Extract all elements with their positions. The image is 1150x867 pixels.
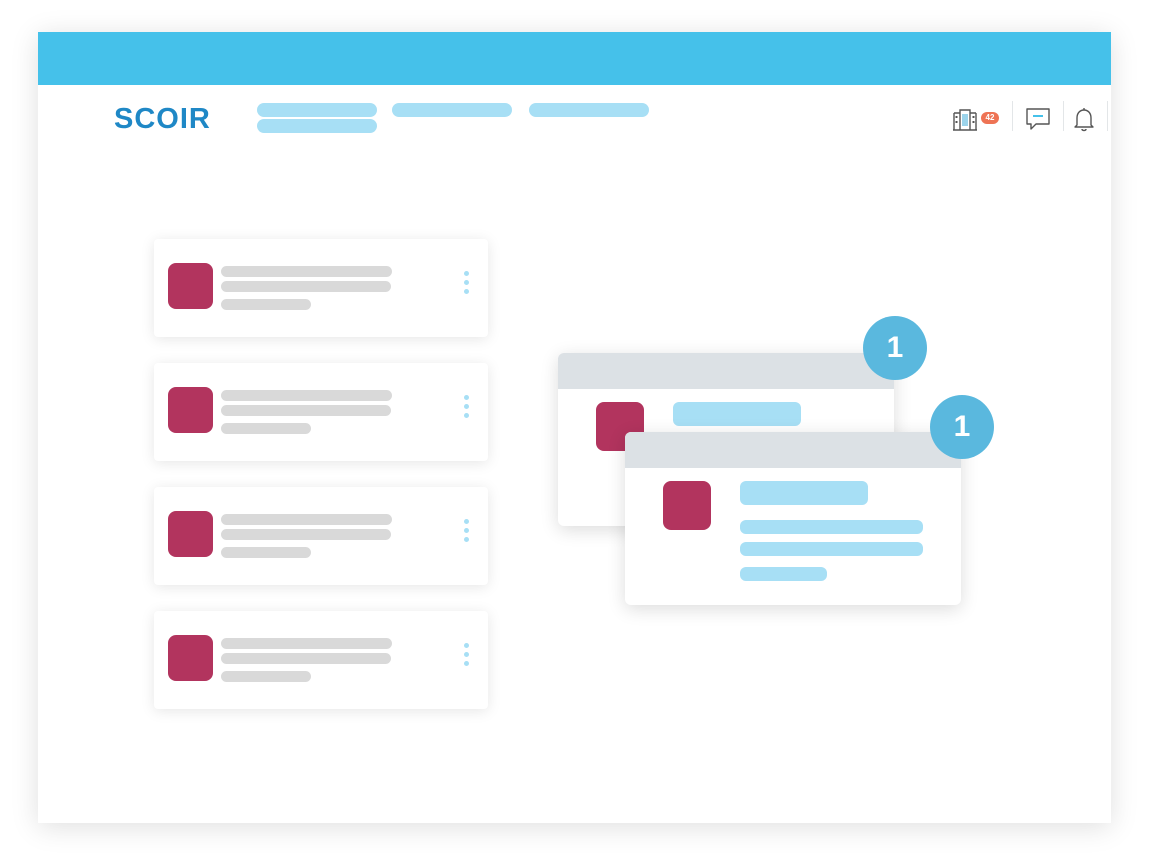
list-item[interactable] [154, 611, 488, 709]
text-placeholder [221, 547, 311, 558]
text-placeholder [221, 423, 311, 434]
more-options-icon[interactable] [462, 643, 470, 675]
title-placeholder [740, 481, 868, 505]
notification-count-badge: 1 [930, 395, 994, 459]
card-header [625, 432, 961, 468]
avatar [168, 387, 213, 433]
text-placeholder [221, 671, 311, 682]
text-placeholder [740, 520, 923, 534]
avatar [168, 635, 213, 681]
avatar [663, 481, 711, 530]
divider [1012, 101, 1013, 131]
text-placeholder [740, 542, 923, 556]
top-bar [38, 32, 1111, 85]
text-placeholder [221, 514, 392, 525]
list-item[interactable] [154, 363, 488, 461]
text-placeholder [221, 405, 391, 416]
bell-icon[interactable] [1073, 106, 1095, 132]
text-placeholder [221, 653, 391, 664]
title-placeholder [673, 402, 801, 426]
text-placeholder [221, 266, 392, 277]
text-placeholder [221, 281, 391, 292]
divider [1063, 101, 1064, 131]
list-item[interactable] [154, 239, 488, 337]
nav-item-placeholder[interactable] [257, 103, 377, 117]
nav-item-placeholder[interactable] [529, 103, 649, 117]
divider [1107, 101, 1108, 131]
scoir-logo[interactable]: SCOIR [114, 104, 211, 134]
text-placeholder [221, 638, 392, 649]
card-header [558, 353, 894, 389]
app-window: SCOIR 42 1 1 [38, 32, 1111, 823]
notification-count-badge: 1 [863, 316, 927, 380]
text-placeholder [740, 567, 827, 581]
avatar [168, 263, 213, 309]
building-icon[interactable] [951, 106, 979, 132]
list-item[interactable] [154, 487, 488, 585]
more-options-icon[interactable] [462, 395, 470, 427]
notification-card[interactable] [625, 432, 961, 605]
more-options-icon[interactable] [462, 519, 470, 551]
avatar [168, 511, 213, 557]
text-placeholder [221, 529, 391, 540]
text-placeholder [221, 390, 392, 401]
more-options-icon[interactable] [462, 271, 470, 303]
message-icon[interactable] [1024, 106, 1052, 132]
nav-item-placeholder[interactable] [257, 119, 377, 133]
text-placeholder [221, 299, 311, 310]
nav-item-placeholder[interactable] [392, 103, 512, 117]
building-count-badge: 42 [981, 112, 999, 124]
